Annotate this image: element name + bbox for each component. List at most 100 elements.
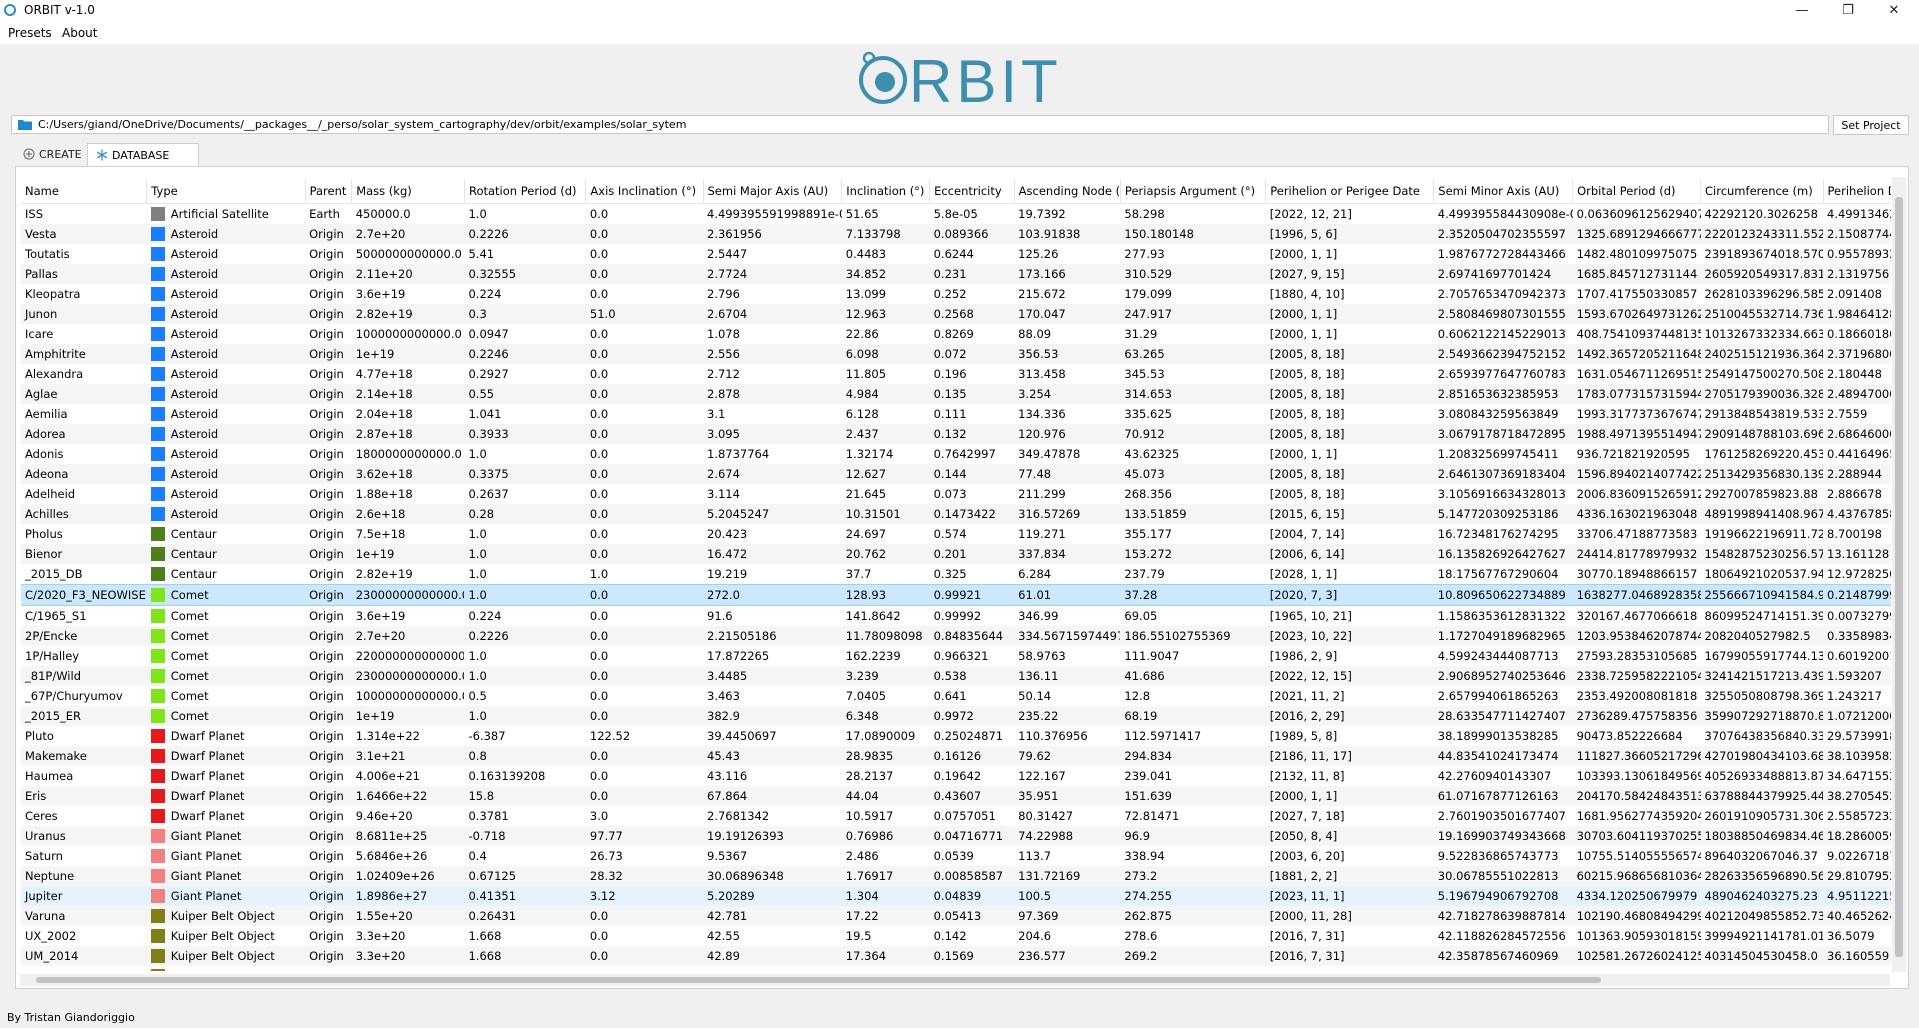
table-cell[interactable]: 74.22988	[1014, 826, 1121, 846]
table-cell[interactable]: 0.26431	[464, 906, 586, 926]
table-cell[interactable]: 97.77	[585, 826, 703, 846]
table-cell[interactable]: Origin	[305, 424, 352, 444]
table-cell[interactable]: 0.132	[929, 424, 1015, 444]
table-cell[interactable]: [2022, 12, 15]	[1265, 666, 1434, 686]
table-cell[interactable]: 9.522836865743773	[1433, 846, 1573, 866]
table-cell[interactable]: 1.208325699745411	[1433, 444, 1573, 464]
table-cell[interactable]: 408.75410937448135	[1572, 324, 1701, 344]
table-cell[interactable]: 47.104477938875654	[1433, 966, 1573, 971]
table-cell[interactable]: Origin	[305, 926, 352, 946]
table-row[interactable]: Vesta Asteroid Origin 2.7e+20 0.2226 0.0 2.361…	[21, 224, 1891, 244]
table-cell[interactable]: 211.299	[1014, 484, 1121, 504]
table-cell[interactable]: 0.0	[585, 384, 703, 404]
table-cell[interactable]: 22.86	[841, 324, 930, 344]
table-cell[interactable]: 13.161128	[1823, 544, 1891, 564]
table-cell[interactable]: 131.72169	[1014, 866, 1121, 886]
cell-type[interactable]: Asteroid	[146, 324, 306, 344]
table-cell[interactable]: 1993.3177373676747	[1572, 404, 1701, 424]
table-cell[interactable]: 2.55857232357558	[1823, 806, 1891, 826]
table-cell[interactable]: 8.6811e+25	[351, 826, 465, 846]
table-cell[interactable]: 335.625	[1120, 404, 1266, 424]
cell-type[interactable]: Asteroid	[146, 284, 306, 304]
table-cell[interactable]: 0.0	[585, 464, 703, 484]
table-cell[interactable]: 4.1e+19	[351, 966, 465, 971]
table-cell[interactable]: 1013267332334.6637	[1700, 324, 1824, 344]
table-cell[interactable]: 0.8269	[929, 324, 1015, 344]
table-cell[interactable]: 2549147500270.5083	[1700, 364, 1824, 384]
table-row[interactable]: Kleopatra Asteroid Origin 3.6e+19 0.224 0.0 2.…	[21, 284, 1891, 304]
table-cell[interactable]: 2.371968000000003	[1823, 344, 1891, 364]
table-cell[interactable]: 5.147720309253186	[1433, 504, 1573, 524]
table-cell[interactable]: Origin	[305, 766, 352, 786]
table-cell[interactable]: 42.71827863988781​4	[1433, 906, 1573, 926]
table-cell[interactable]: Origin	[305, 846, 352, 866]
table-cell[interactable]: 2.7724	[703, 264, 842, 284]
table-cell[interactable]: 1.668	[464, 946, 586, 966]
table-cell[interactable]: 0.224	[464, 605, 586, 626]
table-cell[interactable]: 6.348	[841, 706, 930, 726]
table-cell[interactable]: 0.574	[929, 524, 1015, 544]
table-cell[interactable]: 2.556	[703, 344, 842, 364]
table-cell[interactable]: 338.94	[1120, 846, 1266, 866]
table-cell[interactable]: Origin	[305, 626, 352, 646]
table-cell[interactable]: 2.3520504702355597	[1433, 224, 1573, 244]
table-cell[interactable]: 110.376956	[1014, 726, 1121, 746]
table-cell[interactable]: 102581.26726024125	[1572, 946, 1701, 966]
table-cell[interactable]: 0.966321	[929, 646, 1015, 666]
column-header[interactable]: Type ^	[146, 179, 306, 204]
table-cell[interactable]: 136.11	[1014, 666, 1121, 686]
table-cell[interactable]: 36.160559	[1823, 946, 1891, 966]
table-cell[interactable]: 51.0	[585, 304, 703, 324]
table-cell[interactable]: 0.0	[585, 264, 703, 284]
table-cell[interactable]: 2.6461307369183404	[1433, 464, 1573, 484]
table-cell[interactable]: 0.04716771	[929, 826, 1015, 846]
table-cell[interactable]: 1800000000000.0	[351, 444, 465, 464]
table-cell[interactable]: 337.834	[1014, 544, 1121, 564]
table-cell[interactable]: 2.7057653470942373	[1433, 284, 1573, 304]
table-cell[interactable]: 30.06785551022813	[1433, 866, 1573, 886]
tab-database[interactable]: DATABASE	[87, 143, 199, 166]
table-cell[interactable]: 9.46e+20	[351, 806, 465, 826]
table-cell[interactable]: Origin	[305, 404, 352, 424]
table-cell[interactable]: 0.9972	[929, 706, 1015, 726]
table-cell[interactable]: 0.18660180000000004	[1823, 324, 1891, 344]
cell-type[interactable]: Asteroid	[146, 344, 306, 364]
table-cell[interactable]: 153.272	[1120, 544, 1266, 564]
table-cell[interactable]: 42292120.3026258	[1700, 203, 1824, 224]
table-cell[interactable]: 3.095	[703, 424, 842, 444]
table-cell[interactable]: 349.47878	[1014, 444, 1121, 464]
table-cell[interactable]: [2020, 7, 3]	[1265, 584, 1434, 606]
table-row[interactable]: Pallas Asteroid Origin 2.11e+20 0.32555 0.0 2.…	[21, 264, 1891, 284]
table-cell[interactable]: 3.114	[703, 484, 842, 504]
table-cell[interactable]: 40212049855852.734	[1700, 906, 1824, 926]
table-cell[interactable]: 67.864	[703, 786, 842, 806]
table-cell[interactable]: [2015, 6, 15]	[1265, 504, 1434, 524]
table-cell[interactable]: Origin	[305, 826, 352, 846]
table-cell[interactable]: 1000000000000.0	[351, 324, 465, 344]
table-cell[interactable]: 50.14	[1014, 686, 1121, 706]
table-cell[interactable]: 0.641	[929, 686, 1015, 706]
table-row[interactable]: _2015_ER Comet Origin 1e+19 1.0 0.0 382.9 6.348…	[21, 706, 1891, 726]
table-cell[interactable]: 37.28	[1120, 584, 1266, 606]
table-cell[interactable]: [2000, 1, 1]	[1265, 444, 1434, 464]
table-cell[interactable]: Origin	[305, 384, 352, 404]
cell-name[interactable]: Adeona	[21, 464, 147, 484]
table-row[interactable]: Adelheid Asteroid Origin 1.88e+18 0.2637 0.0 3…	[21, 484, 1891, 504]
table-cell[interactable]: 42.781	[703, 906, 842, 926]
cell-name[interactable]: Ceres	[21, 806, 147, 826]
table-cell[interactable]: 0.99921	[929, 584, 1015, 606]
table-cell[interactable]: [2005, 8, 18]	[1265, 484, 1434, 504]
table-cell[interactable]: 277.93	[1120, 244, 1266, 264]
close-button[interactable]: ✕	[1871, 0, 1917, 22]
table-cell[interactable]: 356.53	[1014, 344, 1121, 364]
table-cell[interactable]: [2005, 8, 18]	[1265, 364, 1434, 384]
table-cell[interactable]: 12.97282500000002	[1823, 564, 1891, 585]
table-row[interactable]: Saturn Giant Planet Origin 5.6846e+26 0.4 26.…	[21, 846, 1891, 866]
table-cell[interactable]: 23000000000000.0	[351, 666, 465, 686]
table-cell[interactable]: 5.2045247	[703, 504, 842, 524]
table-cell[interactable]: Origin	[305, 344, 352, 364]
cell-name[interactable]: Varuna	[21, 906, 147, 926]
table-cell[interactable]: 1.0	[464, 584, 586, 606]
table-cell[interactable]: 2.361956	[703, 224, 842, 244]
table-cell[interactable]: 0.0	[585, 666, 703, 686]
